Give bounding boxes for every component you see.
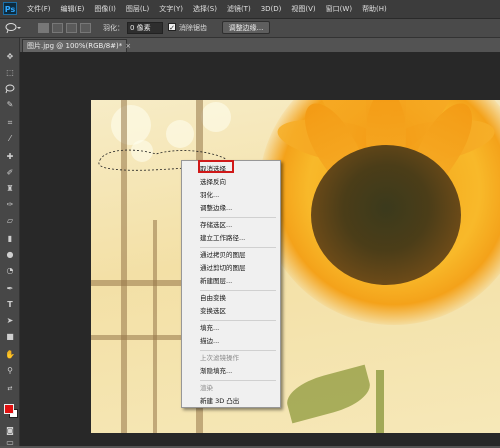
options-bar: 羽化： 0 像素 ✓ 消除锯齿 调整边缘...: [0, 19, 500, 38]
menu-new-layer[interactable]: 新建图层...: [183, 276, 279, 287]
clone-stamp-icon[interactable]: ♜: [5, 184, 15, 194]
document-modified-marker: *: [118, 42, 123, 50]
zoom-icon[interactable]: ⚲: [5, 366, 15, 376]
quick-mask-icon[interactable]: ◙: [5, 426, 15, 436]
quick-select-icon[interactable]: ✎: [5, 100, 15, 110]
feather-input[interactable]: 0 像素: [127, 22, 163, 34]
menu-file[interactable]: 文件(F): [22, 0, 56, 18]
new-selection-icon[interactable]: [38, 23, 49, 33]
swap-colors-icon[interactable]: ⇄: [5, 384, 15, 394]
menu-layer-via-copy[interactable]: 通过拷贝的图层: [183, 250, 279, 261]
menu-help[interactable]: 帮助(H): [357, 0, 392, 18]
lasso-icon[interactable]: [5, 84, 15, 94]
menu-separator: [200, 290, 276, 291]
menu-layer[interactable]: 图层(L): [121, 0, 154, 18]
menu-fill[interactable]: 填充...: [183, 323, 279, 334]
pen-icon[interactable]: ✒: [5, 284, 15, 294]
intersect-selection-icon[interactable]: [80, 23, 91, 33]
healing-icon[interactable]: ✚: [5, 152, 15, 162]
menu-fade-fill[interactable]: 渐隐填充...: [183, 366, 279, 377]
menu-separator: [200, 380, 276, 381]
hand-icon[interactable]: ✋: [5, 350, 15, 360]
tools-panel: ✥ ⬚ ✎ ⌗ ⁄ ✚ ✐ ♜ ✑ ▱ ▮ ● ◔ ✒ T ➤ ■ ✋ ⚲ ⇄ …: [0, 38, 20, 448]
refine-edge-button[interactable]: 调整边缘...: [222, 21, 270, 34]
menu-window[interactable]: 窗口(W): [321, 0, 357, 18]
brush-icon[interactable]: ✐: [5, 168, 15, 178]
gradient-icon[interactable]: ▮: [5, 234, 15, 244]
feather-label: 羽化：: [103, 24, 124, 32]
menu-3d[interactable]: 3D(D): [256, 0, 287, 18]
marquee-icon[interactable]: ⬚: [5, 68, 15, 78]
menu-view[interactable]: 视图(V): [286, 0, 320, 18]
type-icon[interactable]: T: [5, 300, 15, 310]
document-tab-title: 图片.jpg @ 100%(RGB/8#): [27, 42, 119, 50]
menu-make-work-path[interactable]: 建立工作路径...: [183, 233, 279, 244]
menu-last-filter: 上次滤镜操作: [200, 354, 239, 362]
menu-new-3d-extrusion[interactable]: 新建 3D 凸出: [183, 396, 279, 407]
dodge-icon[interactable]: ◔: [5, 266, 15, 276]
menu-separator: [200, 320, 276, 321]
document-tab[interactable]: 图片.jpg @ 100%(RGB/8#)* ×: [22, 39, 131, 52]
menu-refine-edge[interactable]: 调整边缘...: [183, 203, 279, 214]
menu-free-transform[interactable]: 自由变换: [183, 293, 279, 304]
blur-icon[interactable]: ●: [5, 250, 15, 260]
menu-feather[interactable]: 羽化...: [183, 190, 279, 201]
menu-type[interactable]: 文字(Y): [154, 0, 188, 18]
antialias-label: 消除锯齿: [179, 24, 207, 32]
sunflower-center: [311, 145, 461, 285]
menu-items: 文件(F) 编辑(E) 图像(I) 图层(L) 文字(Y) 选择(S) 滤镜(T…: [22, 0, 392, 18]
eraser-icon[interactable]: ▱: [5, 216, 15, 226]
lasso-preset-icon[interactable]: [5, 22, 21, 34]
eyedropper-icon[interactable]: ⁄: [5, 134, 15, 144]
menu-stroke[interactable]: 描边...: [183, 336, 279, 347]
menu-filter[interactable]: 滤镜(T): [222, 0, 256, 18]
screen-mode-icon[interactable]: ▭: [5, 438, 15, 448]
subtract-selection-icon[interactable]: [66, 23, 77, 33]
shape-icon[interactable]: ■: [5, 332, 15, 342]
photoshop-logo-icon: Ps: [3, 2, 17, 15]
context-menu: 取消选择 选择反向 羽化... 调整边缘... 存储选区... 建立工作路径..…: [181, 160, 281, 408]
sunflower-image[interactable]: [91, 100, 500, 433]
menu-save-selection[interactable]: 存储选区...: [183, 220, 279, 231]
menu-image[interactable]: 图像(I): [89, 0, 121, 18]
menu-separator: [200, 350, 276, 351]
add-selection-icon[interactable]: [52, 23, 63, 33]
close-tab-icon[interactable]: ×: [125, 42, 131, 50]
crop-icon[interactable]: ⌗: [5, 118, 15, 128]
menu-bar: Ps 文件(F) 编辑(E) 图像(I) 图层(L) 文字(Y) 选择(S) 滤…: [0, 0, 500, 19]
path-select-icon[interactable]: ➤: [5, 316, 15, 326]
foreground-color-swatch[interactable]: [4, 404, 14, 414]
move-icon[interactable]: ✥: [5, 52, 15, 62]
menu-layer-via-cut[interactable]: 通过剪切的图层: [183, 263, 279, 274]
menu-render: 渲染: [200, 384, 213, 392]
menu-transform-selection[interactable]: 变换选区: [183, 306, 279, 317]
menu-separator: [200, 247, 276, 248]
antialias-checkbox[interactable]: ✓: [168, 23, 176, 32]
menu-separator: [200, 217, 276, 218]
menu-edit[interactable]: 编辑(E): [56, 0, 90, 18]
deselect-highlight-box: [198, 160, 234, 173]
menu-select-inverse[interactable]: 选择反向: [183, 177, 279, 188]
menu-select[interactable]: 选择(S): [188, 0, 222, 18]
history-brush-icon[interactable]: ✑: [5, 200, 15, 210]
